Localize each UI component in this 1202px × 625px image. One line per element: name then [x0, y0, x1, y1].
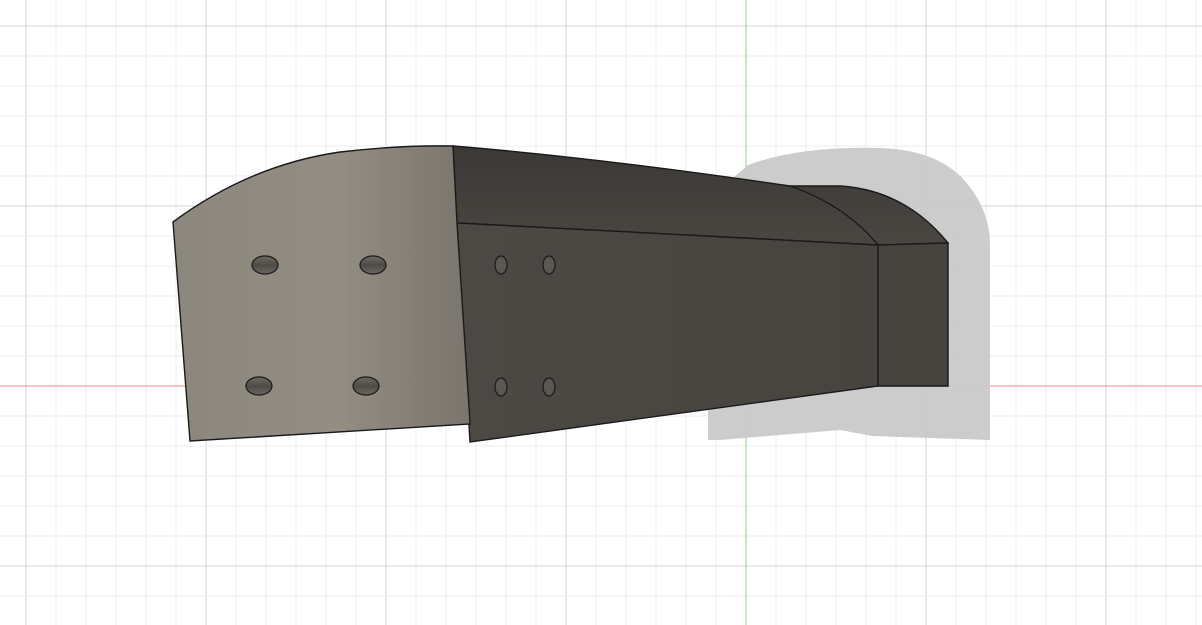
bolt-hole[interactable]	[352, 376, 380, 396]
bolt-hole[interactable]	[245, 376, 273, 396]
bolt-hole[interactable]	[494, 255, 508, 275]
bolt-hole[interactable]	[251, 255, 279, 275]
bolt-hole[interactable]	[542, 377, 556, 397]
bolt-hole[interactable]	[494, 377, 508, 397]
bolt-hole[interactable]	[359, 255, 387, 275]
flange-face[interactable]	[172, 145, 471, 442]
3d-viewport[interactable]	[0, 0, 1202, 625]
duct-end-face[interactable]	[877, 242, 949, 387]
bolt-hole[interactable]	[542, 255, 556, 275]
viewport-canvas[interactable]	[0, 0, 1202, 625]
